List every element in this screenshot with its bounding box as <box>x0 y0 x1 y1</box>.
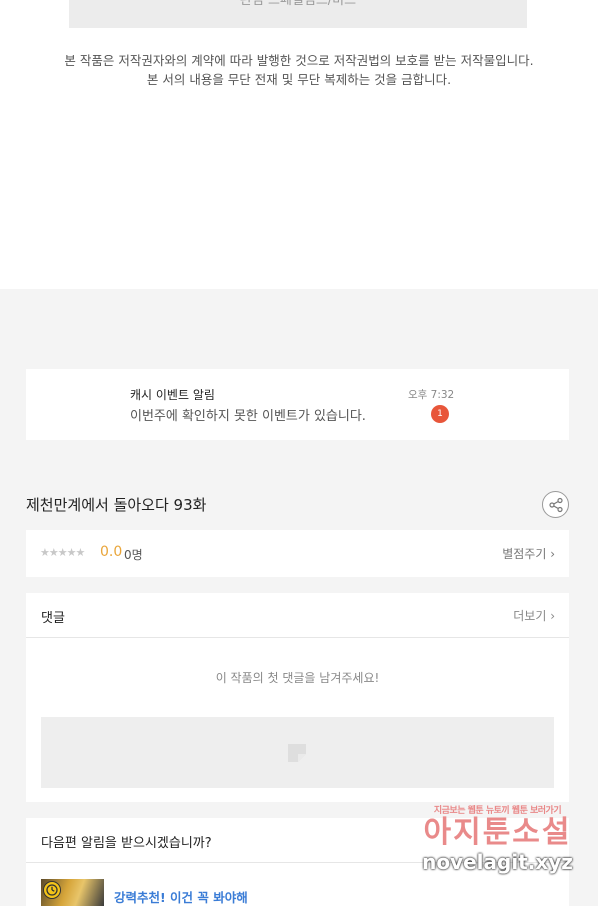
star-rating-icon: ★★★★★ <box>40 546 85 559</box>
comments-section: 댓글 더보기 › 이 작품의 첫 댓글을 남겨주세요! <box>26 593 569 802</box>
special-button[interactable]: 관심 스페셜컴스/비스 <box>69 0 527 28</box>
clock-icon <box>43 881 61 899</box>
share-icon <box>549 497 563 513</box>
next-alarm-title: 다음편 알림을 받으시겠습니까? <box>41 836 212 851</box>
recommend-thumbnail[interactable] <box>41 879 104 906</box>
rate-button[interactable]: 별점주기 › <box>502 545 555 562</box>
share-button[interactable] <box>542 491 569 518</box>
watermark: 지금보는 웹툰 뉴토끼 웹툰 보러가기 아지툰소설 novelagit.xyz <box>410 803 585 893</box>
comments-more-button[interactable]: 더보기 › <box>513 607 555 624</box>
copyright-notice: 본 작품은 저작권자와의 계약에 따라 발행한 것으로 저작권법의 보호를 받는… <box>0 51 598 89</box>
image-placeholder-icon <box>288 744 306 762</box>
content-footer: 관심 스페셜컴스/비스 본 작품은 저작권자와의 계약에 따라 발행한 것으로 … <box>0 0 598 289</box>
rating-bar: ★★★★★ 0.0 0명 별점주기 › <box>26 530 569 577</box>
comments-empty-text: 이 작품의 첫 댓글을 남겨주세요! <box>215 671 380 685</box>
notification-title: 캐시 이벤트 알림 <box>130 388 215 402</box>
episode-title: 제천만계에서 돌아오다 93화 <box>26 496 207 514</box>
notification-time: 오후 7:32 <box>408 389 455 401</box>
comments-header: 댓글 더보기 › <box>26 593 569 638</box>
notification-message: 이번주에 확인하지 못한 이벤트가 있습니다. <box>130 409 366 424</box>
comment-input-area[interactable] <box>41 717 554 788</box>
rating-count: 0명 <box>124 548 143 562</box>
copyright-line-2: 본 서의 내용을 무단 전재 및 무단 복제하는 것을 금합니다. <box>146 72 452 87</box>
notification-badge: 1 <box>431 405 449 423</box>
event-notification[interactable]: 캐시 이벤트 알림 이번주에 확인하지 못한 이벤트가 있습니다. 오후 7:3… <box>26 369 569 440</box>
comments-title: 댓글 <box>41 611 65 626</box>
recommend-link[interactable]: 강력추천! 이건 꼭 봐야해 <box>114 887 248 906</box>
watermark-line-3: novelagit.xyz <box>422 850 573 874</box>
rating-score: 0.0 <box>100 544 123 560</box>
copyright-line-1: 본 작품은 저작권자와의 계약에 따라 발행한 것으로 저작권법의 보호를 받는… <box>64 53 534 68</box>
special-button-label: 관심 스페셜컴스/비스 <box>239 0 357 8</box>
watermark-line-2: 아지툰소설 <box>423 815 572 850</box>
